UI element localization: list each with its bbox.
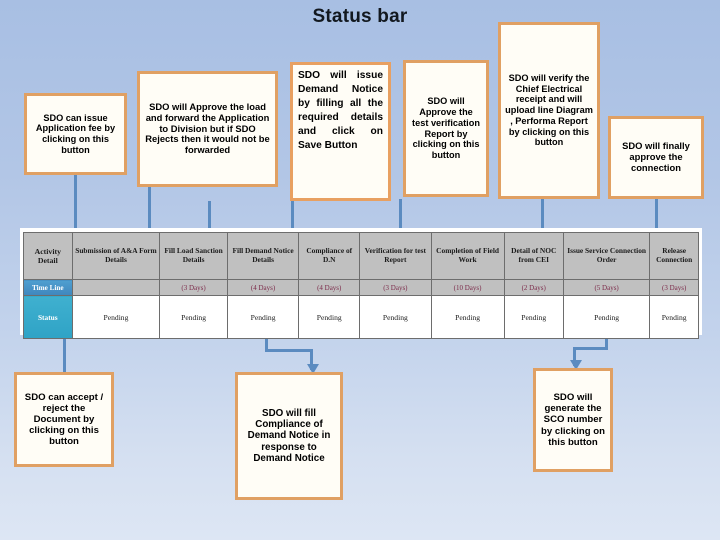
status-cell[interactable]: Pending [159,295,228,339]
column-header: Verification for test Report [359,232,432,280]
callout-text: SDO will Approve the load and forward th… [145,100,270,156]
status-cell[interactable]: Pending [649,295,699,339]
page-title: Status bar [312,6,408,27]
timeline-cell: (3 Days) [649,279,699,296]
status-cell[interactable]: Pending [503,295,564,339]
callout-fill-compliance-dn[interactable]: SDO will fill Compliance of Demand Notic… [235,372,343,500]
table-row-activity-detail: Activity Detail Submission of A&A Form D… [23,232,699,280]
column-header: Completion of Field Work [430,232,505,280]
status-bar-table-container: Activity Detail Submission of A&A Form D… [20,228,702,339]
callout-text: SDO will issue Demand Notice by filling … [298,70,383,152]
timeline-cell: (4 Days) [226,279,300,296]
column-header: Release Connection [649,232,699,280]
callout-text: SDO will Approve the test verification R… [412,96,480,160]
timeline-cell: (2 Days) [503,279,564,296]
callout-text: SDO can issue Application fee by clickin… [35,112,116,155]
status-cell[interactable]: Pending [430,295,505,339]
connector-line [63,334,66,374]
callout-finally-approve[interactable]: SDO will finally approve the connection [608,116,704,199]
callout-text: SDO can accept / reject the Document by … [24,391,104,448]
timeline-cell: (3 Days) [359,279,432,296]
callout-accept-reject-document[interactable]: SDO can accept / reject the Document by … [14,372,114,467]
column-header: Detail of NOC from CEI [503,232,564,280]
status-cell[interactable]: Pending [562,295,651,339]
status-bar-table: Activity Detail Submission of A&A Form D… [23,232,699,339]
callout-generate-sco-number[interactable]: SDO will generate the SCO number by clic… [533,368,613,472]
timeline-cell: (5 Days) [562,279,651,296]
row-label-time-line: Time Line [23,279,73,296]
status-cell[interactable]: Pending [71,295,161,339]
timeline-cell [71,279,161,296]
diagram-canvas: Status bar SDO can issue Application fee… [0,0,720,540]
table-row-status: Status Pending Pending Pending Pending P… [23,295,699,339]
status-cell[interactable]: Pending [226,295,300,339]
timeline-cell: (3 Days) [159,279,228,296]
column-header: Fill Demand Notice Details [226,232,300,280]
table-row-time-line: Time Line (3 Days) (4 Days) (4 Days) (3 … [23,279,699,296]
column-header: Fill Load Sanction Details [159,232,228,280]
timeline-cell: (10 Days) [430,279,505,296]
callout-issue-application-fee[interactable]: SDO can issue Application fee by clickin… [24,93,127,175]
callout-text: SDO will verify the Chief Electrical rec… [505,73,593,148]
status-cell[interactable]: Pending [359,295,432,339]
column-header: Submission of A&A Form Details [71,232,161,280]
column-header: Compliance of D.N [298,232,361,280]
callout-text: SDO will fill Compliance of Demand Notic… [247,407,331,465]
callout-verify-cei-receipt[interactable]: SDO will verify the Chief Electrical rec… [498,22,600,199]
connector-line [573,347,608,350]
callout-approve-test-report[interactable]: SDO will Approve the test verification R… [403,60,489,197]
callout-text: SDO will finally approve the connection [622,140,690,173]
row-label-activity-detail: Activity Detail [23,232,73,280]
column-header: Issue Service Connection Order [562,232,651,280]
connector-line [265,349,313,352]
callout-approve-load-forward[interactable]: SDO will Approve the load and forward th… [137,71,278,187]
timeline-cell: (4 Days) [298,279,361,296]
callout-text: SDO will generate the SCO number by clic… [541,392,605,448]
status-cell[interactable]: Pending [298,295,361,339]
callout-issue-demand-notice[interactable]: SDO will issue Demand Notice by filling … [290,62,391,201]
row-label-status: Status [23,295,73,339]
